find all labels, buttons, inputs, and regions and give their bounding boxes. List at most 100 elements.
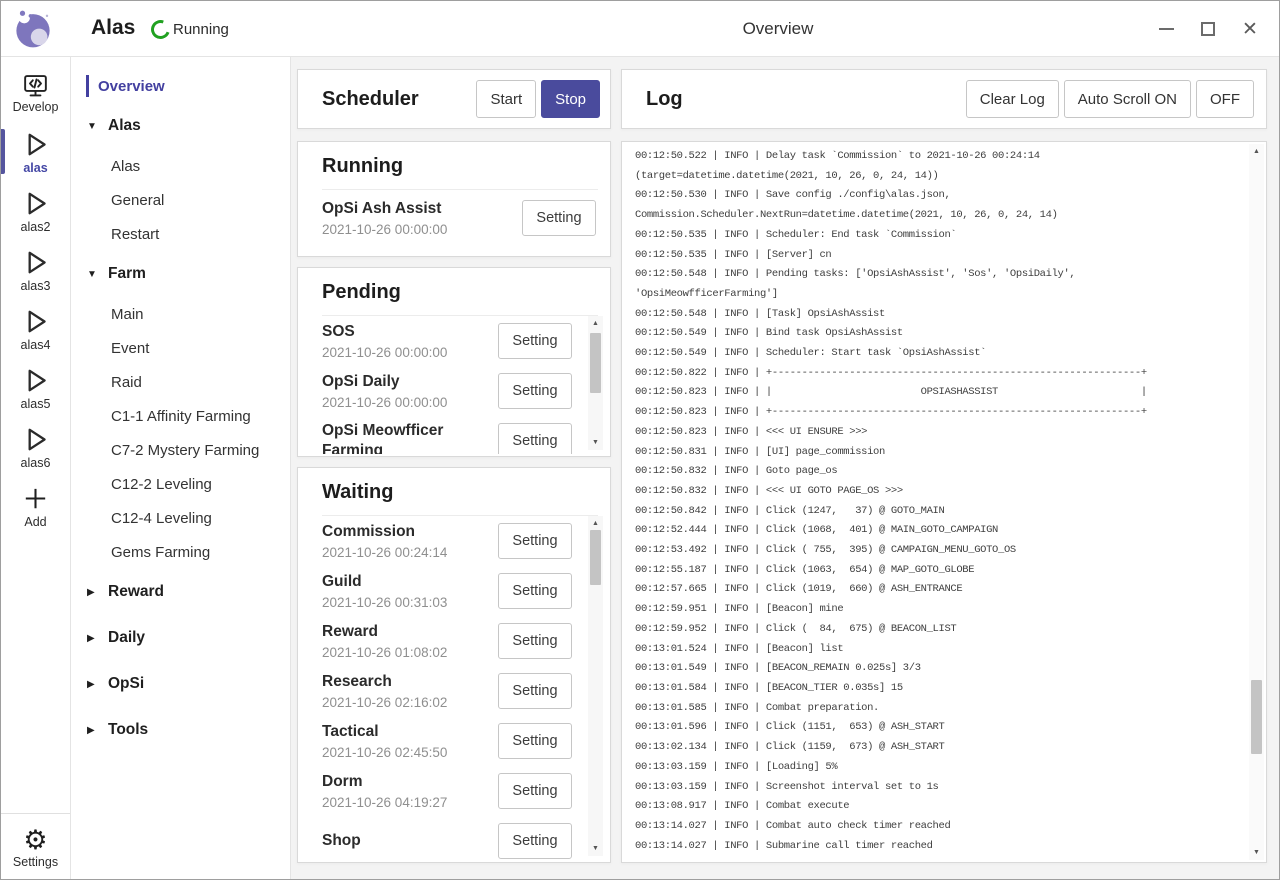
- nav-item-main[interactable]: Main: [71, 297, 290, 331]
- task-info: OpSi Meowfficer Farming: [322, 421, 498, 454]
- task-setting-button[interactable]: Setting: [498, 373, 572, 409]
- stop-button[interactable]: Stop: [541, 80, 600, 118]
- running-spinner-icon: [148, 16, 173, 41]
- task-time: 2021-10-26 00:00:00: [322, 395, 492, 410]
- nav-group-tools[interactable]: ▶Tools: [71, 707, 290, 753]
- rail-item-alas5[interactable]: alas5: [1, 358, 70, 417]
- nav-item-gems-farming[interactable]: Gems Farming: [71, 535, 290, 569]
- nav-item-c7-2-mystery-farming[interactable]: C7-2 Mystery Farming: [71, 433, 290, 467]
- nav-item-general[interactable]: General: [71, 183, 290, 217]
- task-setting-button[interactable]: Setting: [498, 723, 572, 759]
- sidebar-item-settings[interactable]: ⚙ Settings: [1, 813, 70, 879]
- rail-item-label: Add: [24, 515, 46, 529]
- task-setting-button[interactable]: Setting: [498, 523, 572, 559]
- task-time: 2021-10-26 00:24:14: [322, 545, 492, 560]
- nav-item-alas[interactable]: Alas: [71, 149, 290, 183]
- task-info: OpSi Ash Assist2021-10-26 00:00:00: [322, 199, 522, 237]
- nav-item-event[interactable]: Event: [71, 331, 290, 365]
- nav-group-farm[interactable]: ▼ Farm: [71, 251, 290, 297]
- maximize-button[interactable]: [1187, 9, 1229, 49]
- task-setting-button[interactable]: Setting: [522, 200, 596, 236]
- rail-item-label: alas6: [21, 456, 51, 470]
- auto-scroll-off-button[interactable]: OFF: [1196, 80, 1254, 118]
- log-output: 00:12:50.522 | INFO | Delay task `Commis…: [622, 142, 1266, 862]
- task-row: ShopSetting: [322, 816, 572, 860]
- task-setting-button[interactable]: Setting: [498, 423, 572, 454]
- rail-item-alas3[interactable]: alas3: [1, 240, 70, 299]
- start-button[interactable]: Start: [476, 80, 536, 118]
- task-info: SOS2021-10-26 00:00:00: [322, 322, 498, 360]
- log-header-panel: Log Clear Log Auto Scroll ON OFF: [621, 69, 1267, 129]
- minimize-button[interactable]: [1145, 9, 1187, 49]
- rail-item-label: alas5: [21, 397, 51, 411]
- rail-item-label: alas: [23, 161, 47, 175]
- scrollbar-thumb[interactable]: [590, 530, 601, 585]
- task-name: OpSi Daily: [322, 372, 492, 392]
- task-name: OpSi Meowfficer Farming: [322, 421, 492, 454]
- nav-item-c12-2-leveling[interactable]: C12-2 Leveling: [71, 467, 290, 501]
- nav-group-alas[interactable]: ▼Alas: [71, 103, 290, 149]
- task-setting-button[interactable]: Setting: [498, 773, 572, 809]
- rail-item-alas2[interactable]: alas2: [1, 181, 70, 240]
- rail-item-label: alas2: [21, 220, 51, 234]
- chevron-right-icon: ▶: [87, 725, 98, 736]
- task-time: 2021-10-26 02:45:50: [322, 745, 492, 760]
- rail-item-alas4[interactable]: alas4: [1, 299, 70, 358]
- rail-item-develop[interactable]: Develop: [1, 63, 70, 122]
- nav-group-label: Farm: [108, 265, 146, 283]
- scroll-up-icon[interactable]: ▲: [588, 516, 603, 531]
- nav-group-daily[interactable]: ▶ Daily: [71, 615, 290, 661]
- nav-group-label: Daily: [108, 629, 145, 647]
- task-setting-button[interactable]: Setting: [498, 623, 572, 659]
- app-window: Alas Running Overview ✕ Developalasalas2…: [0, 0, 1280, 880]
- nav-group-reward[interactable]: ▶Reward: [71, 569, 290, 615]
- running-panel: Running OpSi Ash Assist2021-10-26 00:00:…: [297, 141, 611, 257]
- task-row: Research2021-10-26 02:16:02Setting: [322, 666, 572, 716]
- scheduler-title: Scheduler: [322, 88, 476, 111]
- log-scrollbar[interactable]: ▲ ▼: [1249, 144, 1264, 860]
- nav-item-overview[interactable]: Overview: [71, 69, 290, 103]
- app-title: Alas: [91, 1, 135, 57]
- scrollbar-thumb[interactable]: [590, 333, 601, 393]
- scroll-up-icon[interactable]: ▲: [588, 316, 603, 331]
- scroll-down-icon[interactable]: ▼: [1249, 845, 1264, 860]
- task-info: Tactical2021-10-26 02:45:50: [322, 722, 498, 760]
- log-panel: 00:12:50.522 | INFO | Delay task `Commis…: [621, 141, 1267, 863]
- task-info: Research2021-10-26 02:16:02: [322, 672, 498, 710]
- pending-scrollbar[interactable]: ▲ ▼: [588, 316, 603, 450]
- code-monitor-icon: [22, 72, 49, 99]
- waiting-panel: Waiting Commission2021-10-26 00:24:14Set…: [297, 467, 611, 863]
- task-setting-button[interactable]: Setting: [498, 673, 572, 709]
- close-button[interactable]: ✕: [1229, 9, 1271, 49]
- waiting-scrollbar[interactable]: ▲ ▼: [588, 516, 603, 856]
- rail-item-alas6[interactable]: alas6: [1, 417, 70, 476]
- chevron-right-icon: ▶: [87, 633, 98, 644]
- task-setting-button[interactable]: Setting: [498, 573, 572, 609]
- task-name: Commission: [322, 522, 492, 542]
- scroll-down-icon[interactable]: ▼: [588, 435, 603, 450]
- task-time: 2021-10-26 00:00:00: [322, 345, 492, 360]
- rail-item-alas[interactable]: alas: [1, 122, 70, 181]
- task-name: Research: [322, 672, 492, 692]
- task-row: Dorm2021-10-26 04:19:27Setting: [322, 766, 572, 816]
- task-row: Guild2021-10-26 00:31:03Setting: [322, 566, 572, 616]
- chevron-down-icon: ▼: [87, 269, 98, 280]
- nav-item-c12-4-leveling[interactable]: C12-4 Leveling: [71, 501, 290, 535]
- scroll-down-icon[interactable]: ▼: [588, 841, 603, 856]
- nav-item-raid[interactable]: Raid: [71, 365, 290, 399]
- nav-item-c1-1-affinity-farming[interactable]: C1-1 Affinity Farming: [71, 399, 290, 433]
- rail-item-label: Develop: [13, 100, 59, 114]
- nav-item-restart[interactable]: Restart: [71, 217, 290, 251]
- auto-scroll-on-button[interactable]: Auto Scroll ON: [1064, 80, 1191, 118]
- scrollbar-thumb[interactable]: [1251, 680, 1262, 754]
- rail-item-add[interactable]: Add: [1, 476, 70, 535]
- nav-group-opsi[interactable]: ▶OpSi: [71, 661, 290, 707]
- task-info: Shop: [322, 831, 498, 851]
- task-setting-button[interactable]: Setting: [498, 323, 572, 359]
- task-name: OpSi Ash Assist: [322, 199, 516, 219]
- chevron-right-icon: ▶: [87, 679, 98, 690]
- task-setting-button[interactable]: Setting: [498, 823, 572, 859]
- scroll-up-icon[interactable]: ▲: [1249, 144, 1264, 159]
- clear-log-button[interactable]: Clear Log: [966, 80, 1059, 118]
- task-info: Guild2021-10-26 00:31:03: [322, 572, 498, 610]
